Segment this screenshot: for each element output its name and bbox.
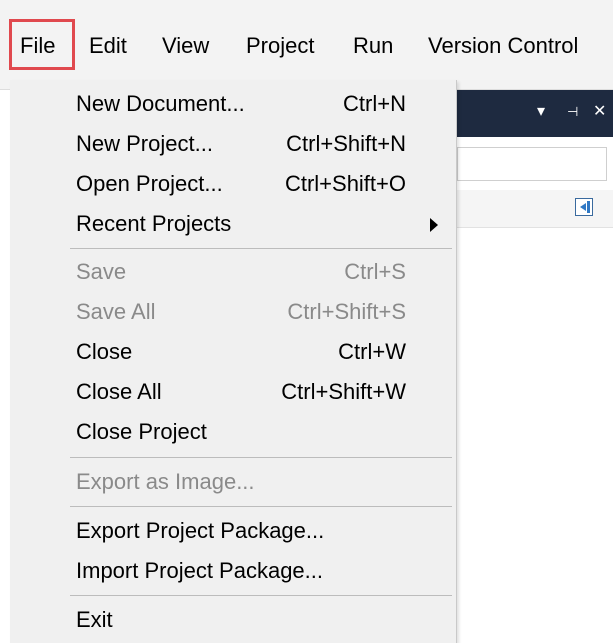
menu-item-label: New Project... (76, 131, 213, 156)
menu-item-label: Export as Image... (76, 469, 255, 494)
menu-item-shortcut: Ctrl+N (343, 91, 406, 116)
menu-edit[interactable]: Edit (89, 31, 127, 61)
menu-item-shortcut: Ctrl+Shift+W (281, 379, 406, 404)
menu-item-exit[interactable]: Exit (10, 600, 456, 640)
panel-search-input[interactable] (457, 147, 607, 181)
file-menu-dropdown: New Document... Ctrl+N New Project... Ct… (10, 80, 457, 643)
panel-header: ▾ ⊣ ✕ (457, 90, 613, 137)
menu-item-label: Import Project Package... (76, 558, 323, 583)
menu-item-shortcut: Ctrl+Shift+O (284, 171, 406, 196)
menu-item-shortcut: Ctrl+S (344, 259, 406, 284)
menu-item-shortcut: Ctrl+W (338, 339, 406, 364)
menu-item-save-all: Save All Ctrl+Shift+S (10, 292, 456, 332)
menu-project[interactable]: Project (246, 31, 314, 61)
menu-item-label: Save (76, 259, 127, 284)
panel-toolbar (457, 190, 613, 228)
menu-item-export-package[interactable]: Export Project Package... (10, 511, 456, 551)
menu-item-label: Close (76, 339, 133, 364)
panel-dropdown-icon[interactable]: ▾ (537, 102, 545, 122)
collapse-panel-icon[interactable] (575, 198, 593, 216)
submenu-arrow-icon (430, 218, 438, 232)
menu-item-label: New Document... (76, 91, 245, 116)
menu-item-shortcut: Ctrl+Shift+N (286, 131, 406, 156)
file-menu-highlight (9, 19, 75, 70)
menu-separator (70, 457, 452, 458)
menu-item-new-document[interactable]: New Document... Ctrl+N (10, 84, 456, 124)
menu-version-control[interactable]: Version Control (428, 31, 578, 61)
menu-item-shortcut: Ctrl+Shift+S (287, 299, 406, 324)
menu-item-recent-projects[interactable]: Recent Projects (10, 204, 456, 244)
menu-separator (70, 248, 452, 249)
menu-item-close-all[interactable]: Close All Ctrl+Shift+W (10, 372, 456, 412)
menu-item-label: Exit (76, 607, 113, 632)
menu-item-close[interactable]: Close Ctrl+W (10, 332, 456, 372)
close-icon[interactable]: ✕ (593, 102, 606, 122)
menu-item-label: Close Project (76, 419, 207, 444)
menu-separator (70, 595, 452, 596)
menu-bar: File Edit View Project Run Version Contr… (0, 0, 613, 90)
menu-item-label: Recent Projects (76, 211, 232, 236)
menu-separator (70, 506, 452, 507)
menu-item-label: Export Project Package... (76, 518, 325, 543)
menu-item-save: Save Ctrl+S (10, 252, 456, 292)
menu-item-import-package[interactable]: Import Project Package... (10, 551, 456, 591)
menu-item-new-project[interactable]: New Project... Ctrl+Shift+N (10, 124, 456, 164)
application-window: File Edit View Project Run Version Contr… (0, 0, 613, 643)
menu-item-close-project[interactable]: Close Project (10, 412, 456, 452)
menu-item-open-project[interactable]: Open Project... Ctrl+Shift+O (10, 164, 456, 204)
menu-item-label: Open Project... (76, 171, 223, 196)
pin-icon[interactable]: ⊣ (567, 102, 578, 122)
menu-run[interactable]: Run (353, 31, 393, 61)
menu-item-label: Close All (76, 379, 162, 404)
menu-item-export-image: Export as Image... (10, 462, 456, 502)
menu-item-label: Save All (76, 299, 156, 324)
menu-view[interactable]: View (162, 31, 209, 61)
